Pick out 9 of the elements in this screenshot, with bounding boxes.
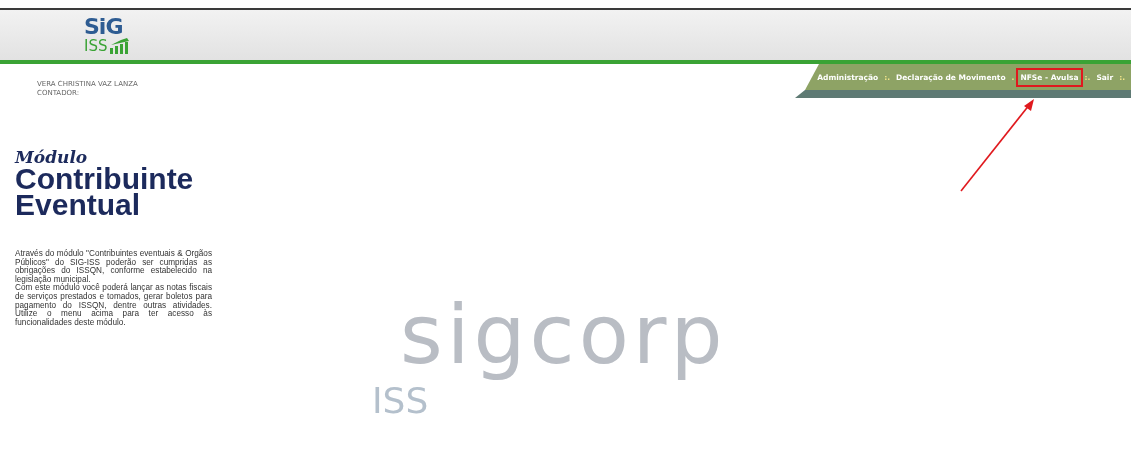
logo-text: SiG [84, 16, 124, 38]
background-logo-text: sigcorp [399, 290, 728, 380]
module-kicker: Módulo [15, 148, 89, 166]
logo-text: ISS [84, 39, 108, 54]
background-logo-text: ISS [371, 380, 430, 421]
module-description: Através do módulo "Contribuintes eventuais & Orgãos Públicos" do SIG-ISS poderão ser cumpridas as obrigações do ISSQN, conforme estabelecido na legislação municipal. Com este módulo você poderá lançar as notas fiscais de serviços prestados e tomados, gerar boletos para pagamento do ISSQN, dentre outras atividades. Utilize o menu acima para ter acesso às funcionalidades deste módulo. [15, 250, 212, 328]
module-title: Eventual [15, 192, 141, 218]
bar-chart-icon [109, 38, 132, 54]
module-title: Contribuinte [15, 166, 195, 192]
